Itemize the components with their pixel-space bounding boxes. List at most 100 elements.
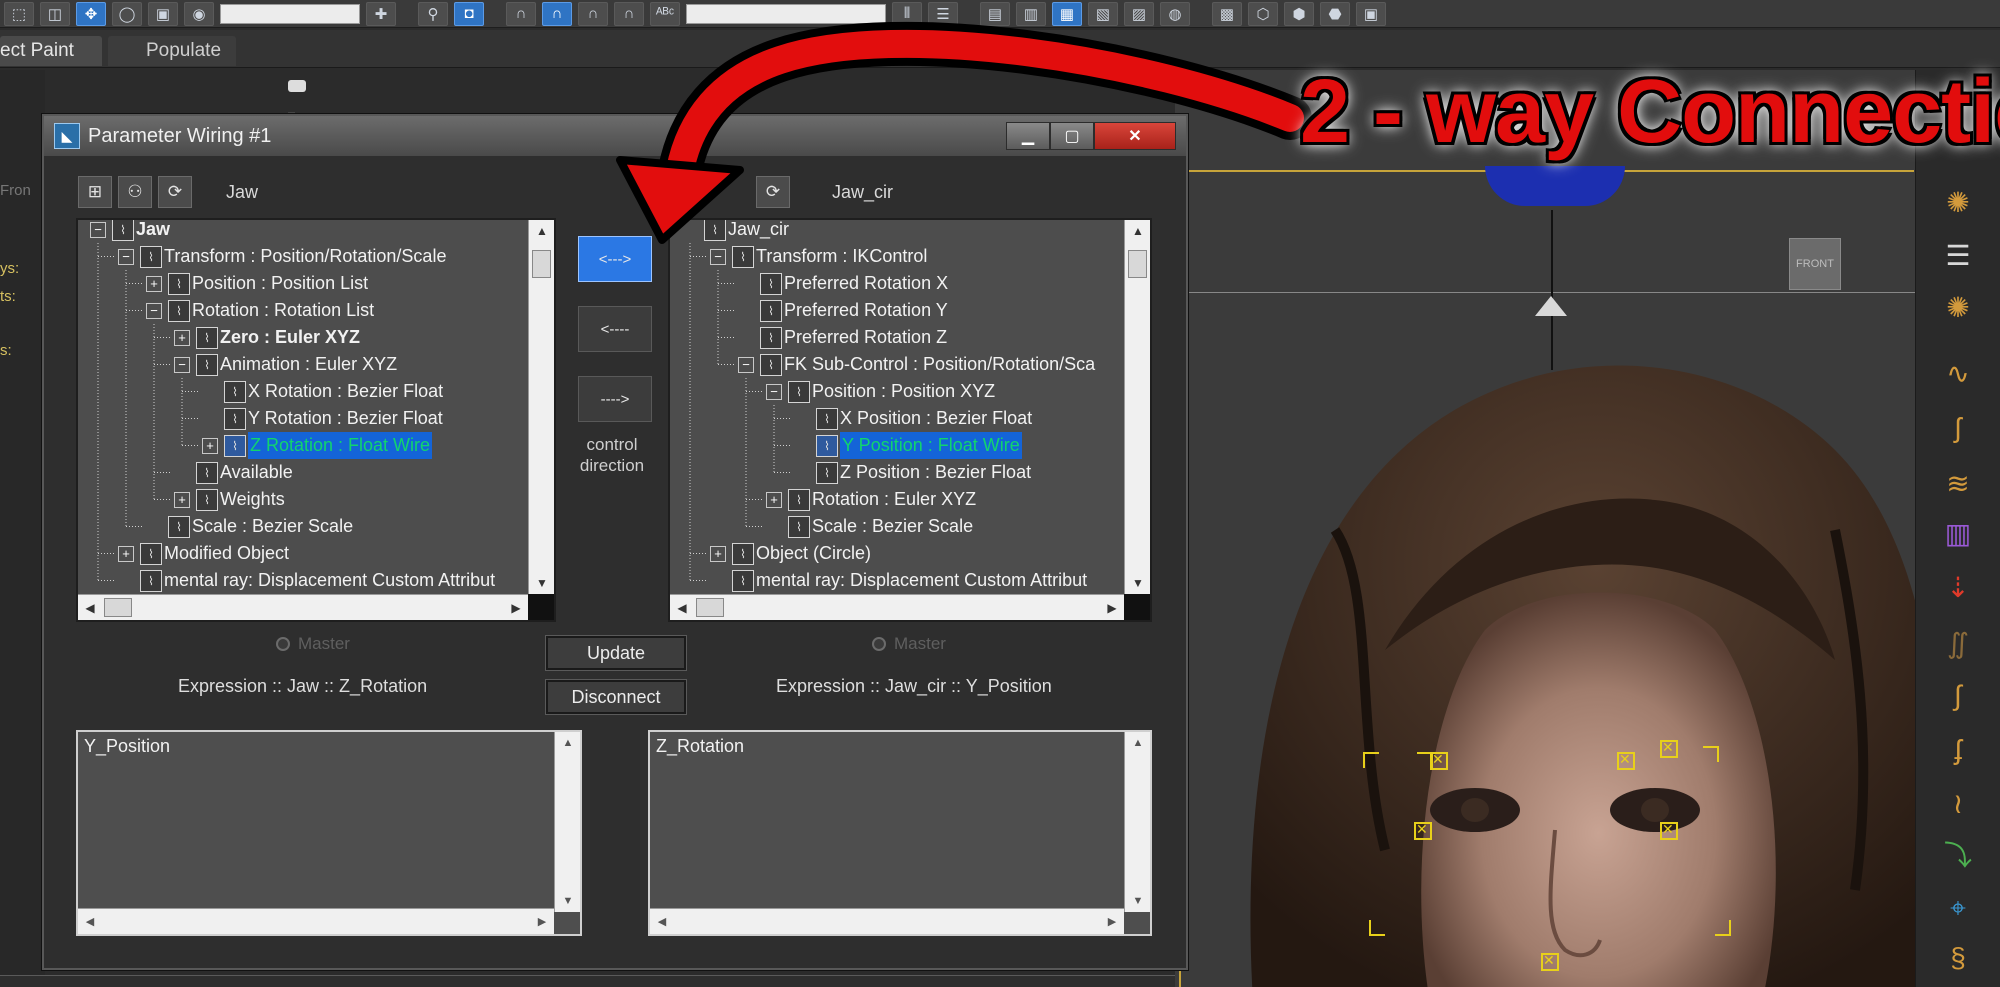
right-direction-button[interactable]: ----> — [578, 376, 652, 422]
left-expression-vertical-scrollbar[interactable]: ▲ ▼ — [554, 732, 580, 912]
schematic-icon[interactable]: ▨ — [1124, 1, 1154, 26]
scroll-right-icon[interactable]: ▶ — [506, 595, 526, 620]
tree-row[interactable]: + ⌇ Position : Position List — [146, 270, 368, 297]
tree-row[interactable]: − ⌇ Transform : IKControl — [710, 243, 927, 270]
tree-row[interactable]: ⌇ Scale : Bezier Scale — [766, 513, 973, 540]
find-icon[interactable]: ⚇ — [118, 176, 152, 208]
left-master-radio[interactable]: Master — [276, 634, 350, 654]
hair-select-icon[interactable]: ⌖ — [1938, 890, 1978, 926]
tree-row[interactable]: − ⌇ FK Sub-Control : Position/Rotation/Sca — [738, 351, 1095, 378]
render-frame-icon[interactable]: ⬡ — [1248, 1, 1278, 26]
rotate-icon[interactable]: ◯ — [112, 1, 142, 26]
scroll-down-icon[interactable]: ▼ — [1125, 890, 1151, 912]
tree-row[interactable]: + ⌇ Rotation : Euler XYZ — [766, 486, 976, 513]
scroll-thumb[interactable] — [104, 598, 132, 617]
angle-snap-icon[interactable]: ∩ — [506, 1, 536, 26]
hair-guide-icon[interactable]: ⤵ — [1938, 838, 1978, 874]
align-icon[interactable]: ☰ — [928, 1, 958, 26]
timeline-strip[interactable] — [0, 975, 1175, 987]
right-expression-horizontal-scrollbar[interactable]: ◀ ▶ — [650, 908, 1124, 934]
collapse-icon[interactable]: − — [710, 248, 726, 265]
render-online-icon[interactable]: ▣ — [1356, 1, 1386, 26]
scroll-up-icon[interactable]: ▲ — [529, 220, 554, 242]
expand-icon[interactable]: + — [146, 275, 162, 292]
scroll-up-icon[interactable]: ▲ — [1125, 220, 1150, 242]
tree-row[interactable]: ⌇ mental ray: Displacement Custom Attribu… — [710, 567, 1087, 594]
edit-named-selection-icon[interactable]: ∩ — [614, 1, 644, 26]
collapse-icon[interactable]: − — [146, 302, 162, 319]
scene-explorer-icon[interactable]: ▥ — [1016, 1, 1046, 26]
left-parameter-tree[interactable]: − ⌇ Jaw − ⌇ Transform : Position/Rotation/Sca… — [76, 218, 556, 622]
hair-twist-icon[interactable]: ∫ — [1938, 678, 1978, 714]
hair-frizz-icon[interactable]: ≋ — [1938, 466, 1978, 502]
scroll-down-icon[interactable]: ▼ — [1125, 572, 1150, 594]
left-tree-vertical-scrollbar[interactable]: ▲ ▼ — [528, 220, 554, 594]
tree-row[interactable]: + ⌇ Modified Object — [118, 540, 289, 567]
mirror-icon[interactable]: ⫴ — [892, 1, 922, 26]
dialog-titlebar[interactable]: ◣ Parameter Wiring #1 ▁ ▢ ✕ — [44, 116, 1186, 156]
tree-row[interactable]: ⌇ Preferred Rotation Y — [738, 297, 948, 324]
list-icon[interactable]: ☰ — [1938, 238, 1978, 274]
bone-marker[interactable] — [1541, 952, 1559, 971]
tree-row[interactable]: + ⌇ Z Rotation : Float Wire — [202, 432, 433, 459]
tree-row[interactable]: − ⌇ Transform : Position/Rotation/Scale — [118, 243, 446, 270]
radio-icon[interactable] — [276, 637, 290, 651]
scroll-down-icon[interactable]: ▼ — [555, 890, 581, 912]
tree-row[interactable]: − ⌇ Rotation : Rotation List — [146, 297, 374, 324]
tree-row[interactable]: ⌇ Y Position : Float Wire — [794, 432, 1022, 459]
tree-row[interactable]: ⌇ Z Position : Bezier Float — [794, 459, 1031, 486]
add-icon[interactable]: ⊞ — [78, 176, 112, 208]
update-button[interactable]: Update — [545, 635, 687, 671]
tree-row[interactable]: + ⌇ Object (Circle) — [710, 540, 871, 567]
scroll-left-icon[interactable]: ◀ — [652, 909, 672, 935]
scroll-thumb[interactable] — [696, 598, 724, 617]
scroll-right-icon[interactable]: ▶ — [1102, 909, 1122, 935]
layer-icon[interactable]: ▤ — [980, 1, 1010, 26]
ribbon-dropdown-icon[interactable]: ▾ — [272, 70, 314, 123]
right-tree-horizontal-scrollbar[interactable]: ◀ ▶ — [670, 594, 1124, 620]
refresh-icon[interactable]: ⟳ — [158, 176, 192, 208]
maximize-button[interactable]: ▢ — [1050, 122, 1094, 150]
scroll-up-icon[interactable]: ▲ — [555, 732, 581, 754]
select-window-icon[interactable]: ◫ — [40, 1, 70, 26]
curve-editor-icon[interactable]: ▧ — [1088, 1, 1118, 26]
expand-icon[interactable]: + — [766, 491, 782, 508]
bone-marker[interactable] — [1414, 821, 1432, 840]
scroll-right-icon[interactable]: ▶ — [1102, 595, 1122, 620]
left-expression-horizontal-scrollbar[interactable]: ◀ ▶ — [78, 908, 554, 934]
expand-icon[interactable]: + — [118, 545, 134, 562]
collapse-icon[interactable]: − — [118, 248, 134, 265]
hair-style-icon[interactable]: § — [1938, 940, 1978, 976]
tree-row[interactable]: ⌇ Available — [174, 459, 293, 486]
two-way-connection-button[interactable]: <---> — [578, 236, 652, 282]
material-editor-icon[interactable]: ◍ — [1160, 1, 1190, 26]
scroll-thumb[interactable] — [532, 250, 551, 278]
disconnect-button[interactable]: Disconnect — [545, 679, 687, 715]
hair-quickhair-icon[interactable]: ✺ — [1938, 185, 1978, 221]
left-direction-button[interactable]: <---- — [578, 306, 652, 352]
bone-marker[interactable] — [1660, 821, 1678, 840]
tree-row[interactable]: − ⌇ Animation : Euler XYZ — [174, 351, 397, 378]
tree-row[interactable]: ⌇ Jaw_cir — [682, 220, 789, 243]
move-icon[interactable]: ✥ — [76, 1, 106, 26]
scroll-right-icon[interactable]: ▶ — [532, 909, 552, 935]
scroll-left-icon[interactable]: ◀ — [80, 595, 100, 620]
hair-split-icon[interactable]: ʄ — [1938, 732, 1978, 768]
right-tree-vertical-scrollbar[interactable]: ▲ ▼ — [1124, 220, 1150, 594]
expand-icon[interactable]: + — [202, 437, 218, 454]
render-setup-icon[interactable]: ▩ — [1212, 1, 1242, 26]
expand-icon[interactable]: + — [174, 329, 190, 346]
hair-brush-icon[interactable]: ✺ — [1938, 290, 1978, 326]
right-expression-editor[interactable]: Z_Rotation ▲ ▼ ◀ ▶ — [648, 730, 1152, 936]
bone-marker[interactable] — [1617, 751, 1635, 770]
scroll-left-icon[interactable]: ◀ — [80, 909, 100, 935]
tree-row[interactable]: + ⌇ Zero : Euler XYZ — [174, 324, 360, 351]
tree-row[interactable]: ⌇ mental ray: Displacement Custom Attribu… — [118, 567, 495, 594]
left-expression-text[interactable]: Y_Position — [84, 736, 170, 757]
collapse-icon[interactable]: − — [174, 356, 190, 373]
keyboard-shortcut-icon[interactable]: ⚲ — [418, 1, 448, 26]
right-master-radio[interactable]: Master — [872, 634, 946, 654]
hair-comb-icon[interactable]: ▥ — [1938, 516, 1978, 552]
left-tree-horizontal-scrollbar[interactable]: ◀ ▶ — [78, 594, 528, 620]
tree-row[interactable]: + ⌇ Weights — [174, 486, 285, 513]
